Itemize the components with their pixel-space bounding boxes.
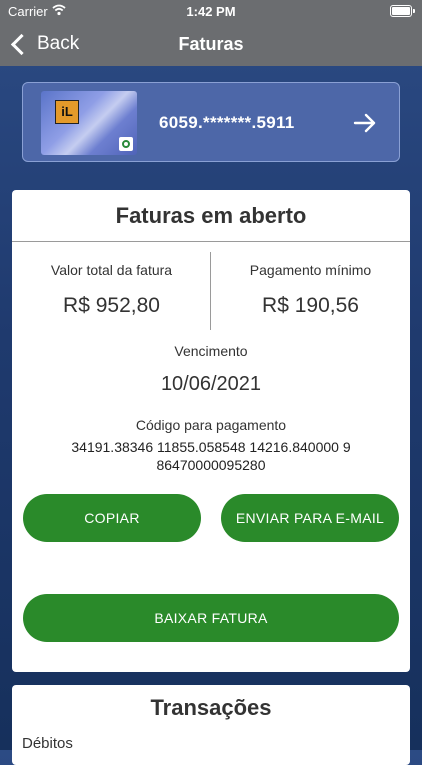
divider xyxy=(12,241,410,242)
copy-button[interactable]: COPIAR xyxy=(23,494,201,542)
minimum-payment-block: Pagamento mínimo R$ 190,56 xyxy=(211,262,410,318)
payment-code-line-2: 86470000095280 xyxy=(156,457,266,473)
status-time: 1:42 PM xyxy=(186,4,236,19)
send-email-button[interactable]: ENVIAR PARA E-MAIL xyxy=(221,494,399,542)
page-title: Faturas xyxy=(178,34,244,54)
due-date-value: 10/06/2021 xyxy=(160,373,262,395)
minimum-value: R$ 190,56 xyxy=(262,294,359,317)
due-date-label: Vencimento xyxy=(174,343,248,359)
status-bar: Carrier 1:42 PM xyxy=(0,0,422,22)
arrow-right-icon xyxy=(353,113,376,133)
payment-code-label: Código para pagamento xyxy=(135,417,287,433)
payment-code-line-1: 34191.38346 11855.058548 14216.840000 9 xyxy=(71,439,351,455)
card-image: iL xyxy=(41,91,137,155)
download-invoice-button[interactable]: BAIXAR FATURA xyxy=(23,594,399,642)
total-amount-block: Valor total da fatura R$ 952,80 xyxy=(12,262,211,318)
invoice-title: Faturas em aberto xyxy=(115,203,307,228)
navigation-bar: Back Faturas xyxy=(0,22,422,66)
transactions-title: Transações xyxy=(150,695,272,720)
total-label: Valor total da fatura xyxy=(50,262,173,278)
battery-icon xyxy=(390,5,415,17)
card-badge-icon xyxy=(119,137,133,151)
card-selector[interactable]: iL 6059.*******.5911 xyxy=(22,82,400,162)
payment-code-value: 34191.38346 11855.058548 14216.840000 9 … xyxy=(42,438,380,474)
transactions-panel: Transações Débitos xyxy=(12,685,410,765)
debits-label: Débitos xyxy=(22,735,73,752)
card-number: 6059.*******.5911 xyxy=(159,113,295,132)
card-logo: iL xyxy=(55,100,79,124)
total-value: R$ 952,80 xyxy=(63,294,160,317)
open-invoice-panel: Faturas em aberto Valor total da fatura … xyxy=(12,190,410,672)
minimum-label: Pagamento mínimo xyxy=(249,262,372,278)
